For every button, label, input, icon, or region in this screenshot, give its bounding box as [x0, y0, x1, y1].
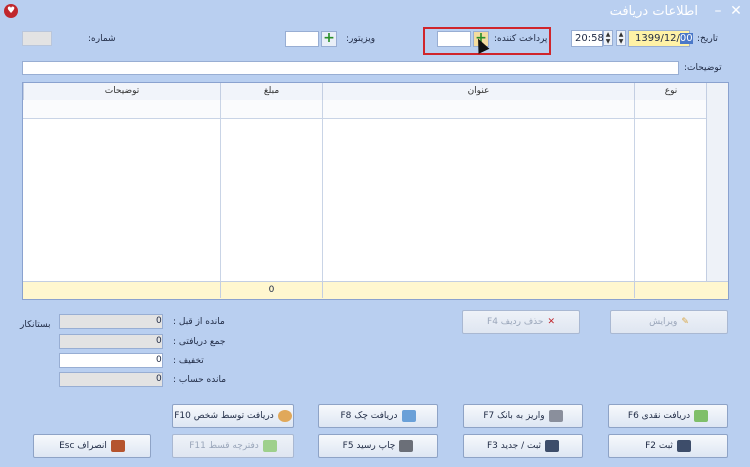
cash-receipt-label: دریافت نقدی F6 — [627, 411, 691, 421]
table-row[interactable] — [23, 100, 728, 119]
add-visitor-button[interactable]: + — [321, 31, 337, 47]
print-receipt-button[interactable]: چاپ رسید F5 — [318, 434, 438, 458]
edit-button[interactable]: ✎ ویرایش — [610, 310, 728, 334]
save-new-button[interactable]: ثبت / جدید F3 — [463, 434, 583, 458]
minimize-icon[interactable]: – — [710, 3, 726, 19]
cancel-button[interactable]: انصراف Esc — [33, 434, 151, 458]
prior-balance-label: مانده از قبل : — [173, 317, 225, 327]
installment-book-label: دفترچه قسط F11 — [189, 441, 259, 451]
date-label: تاریخ: — [697, 34, 718, 44]
grid-row-indicator — [706, 83, 728, 299]
check-receipt-label: دریافت چک F8 — [340, 411, 398, 421]
account-balance-field: 0 — [59, 372, 163, 387]
number-field[interactable] — [22, 31, 52, 46]
close-icon[interactable]: ✕ — [728, 3, 744, 19]
items-grid[interactable]: توضیحات مبلغ عنوان نوع 0 — [22, 82, 729, 300]
bank-icon — [548, 410, 563, 422]
discount-label: تخفیف : — [173, 356, 204, 366]
total-received-label: جمع دریافتی : — [173, 337, 226, 347]
installment-book-button[interactable]: دفترچه قسط F11 — [172, 434, 294, 458]
delete-row-label: حذف ردیف F4 — [487, 317, 544, 327]
delete-icon: ✕ — [547, 317, 555, 327]
cancel-label: انصراف Esc — [59, 441, 107, 451]
bank-deposit-button[interactable]: واریز به بانک F7 — [463, 404, 583, 428]
check-receipt-button[interactable]: دریافت چک F8 — [318, 404, 438, 428]
floppy-icon — [545, 440, 560, 452]
save-new-label: ثبت / جدید F3 — [486, 441, 542, 451]
print-receipt-label: چاپ رسید F5 — [342, 441, 396, 451]
exit-door-icon — [110, 440, 125, 452]
cash-icon — [694, 410, 709, 422]
book-icon — [262, 440, 277, 452]
prior-balance-field: 0 — [59, 314, 163, 329]
edit-button-label: ویرایش — [649, 317, 678, 327]
date-prefix: 1399/12/ — [635, 33, 680, 44]
cash-receipt-button[interactable]: دریافت نقدی F6 — [608, 404, 728, 428]
column-amount[interactable]: مبلغ — [220, 83, 322, 100]
account-balance-label: مانده حساب : — [173, 375, 227, 385]
visitor-field[interactable] — [285, 31, 319, 47]
date-selected-part: 00 — [679, 33, 693, 44]
pencil-icon: ✎ — [681, 317, 689, 327]
visitor-label: ویزیتور: — [346, 34, 376, 44]
description-input[interactable] — [22, 61, 679, 75]
bank-deposit-label: واریز به بانک F7 — [483, 411, 545, 421]
highlight-frame — [423, 27, 551, 55]
floppy-icon — [676, 440, 691, 452]
date-spinner[interactable]: ▲ ▼ — [616, 30, 626, 46]
check-icon — [401, 410, 416, 422]
delete-row-button[interactable]: ✕ حذف ردیف F4 — [462, 310, 580, 334]
number-label: شماره: — [88, 34, 116, 44]
printer-icon — [399, 440, 414, 452]
description-label: توضیحات: — [684, 63, 722, 73]
total-received-field: 0 — [59, 334, 163, 349]
app-icon: ♥ — [4, 4, 18, 18]
date-field[interactable]: 1399/12/00 — [628, 30, 693, 47]
save-button[interactable]: ثبت F2 — [608, 434, 728, 458]
column-description[interactable]: توضیحات — [23, 83, 220, 100]
column-title[interactable]: عنوان — [322, 83, 634, 100]
footer-amount-total: 0 — [220, 282, 322, 298]
discount-field[interactable]: 0 — [59, 353, 163, 368]
time-spinner[interactable]: ▲ ▼ — [603, 30, 613, 46]
receive-by-person-button[interactable]: دریافت توسط شخص F10 — [172, 404, 294, 428]
grid-header: توضیحات مبلغ عنوان نوع — [23, 83, 728, 101]
column-type[interactable]: نوع — [634, 83, 707, 100]
grid-footer: 0 — [23, 281, 728, 299]
receive-by-person-label: دریافت توسط شخص F10 — [174, 411, 274, 421]
save-label: ثبت F2 — [645, 441, 673, 451]
creditor-label: بستانکار — [20, 320, 51, 330]
time-field[interactable]: 20:58 — [571, 30, 604, 47]
person-icon — [277, 410, 292, 422]
window-title: اطلاعات دریافت — [609, 4, 698, 19]
